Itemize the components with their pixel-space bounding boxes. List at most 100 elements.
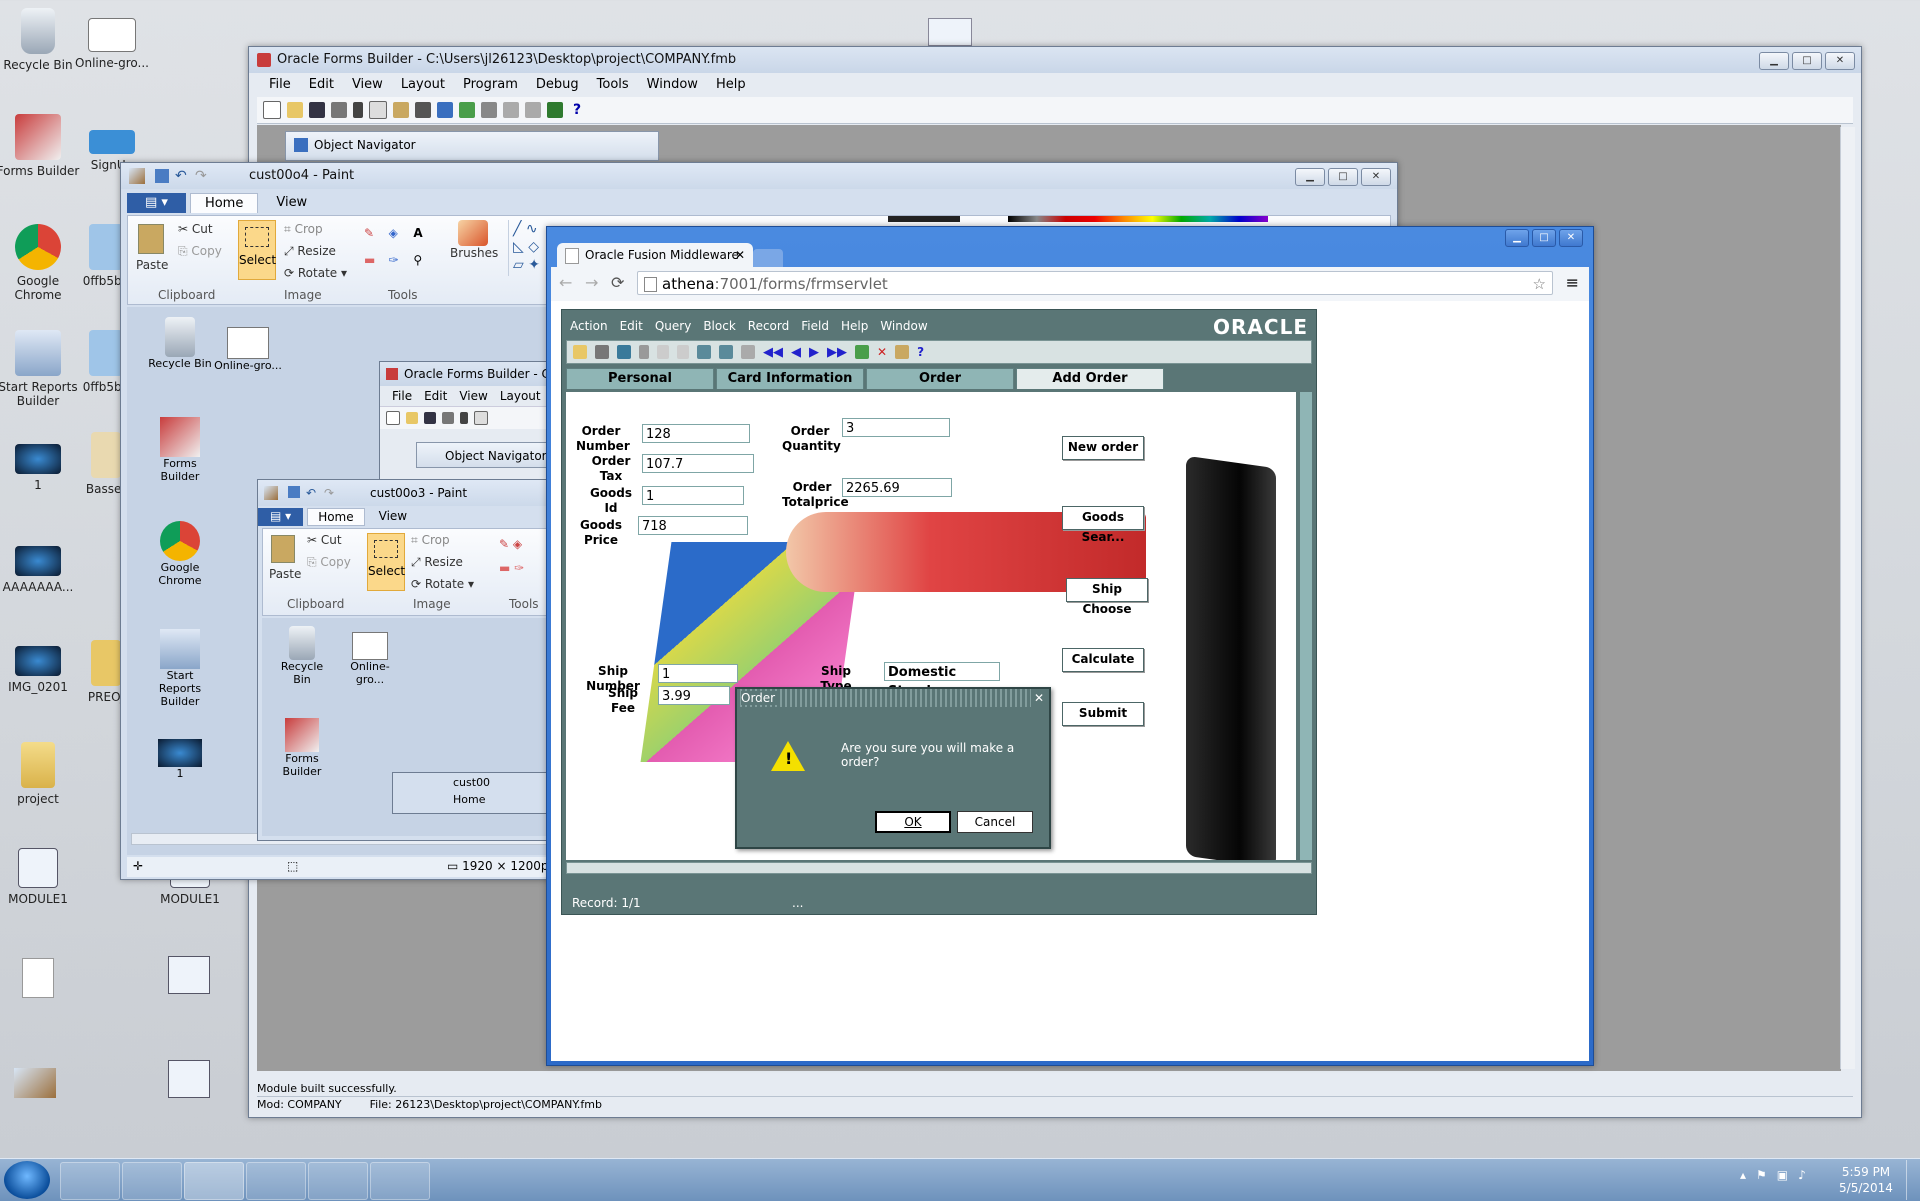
nested-menu-layout[interactable]: Layout: [500, 386, 541, 406]
show-desktop-button[interactable]: [1906, 1160, 1920, 1200]
oracle-save-icon[interactable]: [573, 345, 587, 359]
tray-network-icon[interactable]: ▣: [1777, 1168, 1788, 1182]
module-file-icon[interactable]: [168, 956, 210, 994]
paint1-app-menu-button[interactable]: ▤ ▾: [127, 193, 186, 213]
oracle-paste-icon[interactable]: [677, 345, 689, 359]
ship-number-field[interactable]: 1: [658, 664, 738, 683]
minimize-button[interactable]: ▁: [1759, 52, 1789, 70]
tab-close-icon[interactable]: ✕: [735, 243, 745, 267]
tray-expand-icon[interactable]: ▴: [1740, 1168, 1746, 1182]
cancel-button[interactable]: Cancel: [957, 811, 1033, 833]
menu-window[interactable]: Window: [647, 75, 698, 95]
nested-cut-icon[interactable]: [460, 412, 468, 424]
blank-file-icon[interactable]: [22, 958, 54, 998]
print-icon[interactable]: [331, 102, 347, 118]
oracle-vscrollbar[interactable]: [1300, 392, 1312, 860]
nested-menu-edit[interactable]: Edit: [424, 386, 447, 406]
clock[interactable]: 5:59 PM 5/5/2014: [1836, 1164, 1896, 1196]
ok-button[interactable]: OK: [875, 811, 951, 833]
paint1-close-button[interactable]: ✕: [1361, 168, 1391, 186]
cut-button[interactable]: ✂ Cut: [178, 222, 213, 236]
pause-icon[interactable]: [503, 102, 519, 118]
paint2-crop-button[interactable]: ⌗ Crop: [411, 533, 450, 548]
nested-open-icon[interactable]: [406, 412, 418, 424]
paint-shortcut-icon[interactable]: [14, 1068, 56, 1098]
oracle-menu-edit[interactable]: Edit: [620, 314, 643, 334]
tab-add-order[interactable]: Add Order: [1016, 368, 1164, 389]
paste-icon[interactable]: [393, 102, 409, 118]
recycle-bin-icon[interactable]: Recycle Bin: [0, 8, 80, 72]
paint2-paste-button[interactable]: Paste: [269, 567, 301, 581]
crop-button[interactable]: ⌗ Crop: [284, 222, 323, 237]
oracle-menu-query[interactable]: Query: [655, 314, 691, 334]
taskbar-forms-builder-icon[interactable]: [308, 1162, 368, 1200]
new-icon[interactable]: [263, 101, 281, 119]
oracle-print-icon[interactable]: [595, 345, 609, 359]
paint2-rotate-button[interactable]: ⟳ Rotate ▾: [411, 577, 474, 591]
save-icon[interactable]: [309, 102, 325, 118]
nested-menu-view[interactable]: View: [459, 386, 487, 406]
module-file-2-icon[interactable]: [168, 1060, 210, 1098]
back-icon[interactable]: ←: [559, 273, 572, 292]
compile-icon[interactable]: [415, 102, 431, 118]
build-icon[interactable]: [547, 102, 563, 118]
undo-icon[interactable]: ↶: [175, 169, 187, 183]
paint1-maximize-button[interactable]: □: [1328, 168, 1358, 186]
color-1-swatch[interactable]: [888, 216, 960, 222]
forms-builder-icon[interactable]: Forms Builder: [0, 114, 80, 178]
calculate-button[interactable]: Calculate: [1062, 648, 1144, 672]
oracle-cut-icon[interactable]: [639, 345, 649, 359]
chrome-menu-icon[interactable]: ≡: [1566, 273, 1579, 292]
top-desktop-icon[interactable]: [928, 18, 972, 46]
paint2-eraser-icon[interactable]: ▬ ✑: [499, 561, 524, 575]
cut-icon[interactable]: [353, 102, 363, 118]
nested-menu-file[interactable]: File: [392, 386, 412, 406]
oracle-insert-record-icon[interactable]: [855, 345, 869, 359]
menu-help[interactable]: Help: [716, 75, 746, 95]
taskbar-chrome-icon[interactable]: [246, 1162, 306, 1200]
oracle-prev-icon[interactable]: ◀: [791, 345, 801, 360]
goods-search-button[interactable]: Goods Sear...: [1062, 506, 1144, 544]
menu-edit[interactable]: Edit: [309, 75, 334, 95]
reload-icon[interactable]: ⟳: [611, 273, 624, 292]
new-order-button[interactable]: New order: [1062, 436, 1144, 460]
paint2-pencil-icon[interactable]: ✎ ◈: [499, 537, 522, 551]
taskbar-explorer-icon[interactable]: [184, 1162, 244, 1200]
paint2-undo-icon[interactable]: ↶: [306, 480, 316, 506]
paste-button[interactable]: Paste: [136, 258, 168, 272]
dialog-close-icon[interactable]: ✕: [1030, 689, 1047, 707]
tab-personal-information[interactable]: Personal information: [566, 368, 714, 406]
oracle-exit-icon[interactable]: [617, 345, 631, 359]
paint2-tab-home[interactable]: Home: [307, 508, 365, 526]
online-gro-icon[interactable]: Online-gro...: [70, 18, 154, 70]
address-bar[interactable]: athena:7001/forms/frmservlet ☆: [637, 271, 1553, 295]
menu-debug[interactable]: Debug: [536, 75, 579, 95]
oracle-cancel-query-icon[interactable]: [741, 345, 755, 359]
oracle-menu-block[interactable]: Block: [703, 314, 735, 334]
menu-program[interactable]: Program: [463, 75, 518, 95]
eraser-icon[interactable]: ▬: [364, 253, 385, 276]
oracle-first-icon[interactable]: ◀◀: [763, 345, 783, 360]
pencil-icon[interactable]: ✎: [364, 226, 385, 249]
nested-copy-icon[interactable]: [474, 411, 488, 425]
oracle-menu-help[interactable]: Help: [841, 314, 868, 334]
menu-tools[interactable]: Tools: [597, 75, 629, 95]
object-navigator-window[interactable]: Object Navigator: [285, 131, 659, 161]
oracle-last-icon[interactable]: ▶▶: [827, 345, 847, 360]
paint2-quick-save-icon[interactable]: [288, 486, 300, 498]
tray-volume-icon[interactable]: ♪: [1798, 1168, 1806, 1182]
oracle-execute-icon[interactable]: [719, 345, 733, 359]
copy-icon[interactable]: [369, 101, 387, 119]
nested-new-icon[interactable]: [386, 411, 400, 425]
tab-order[interactable]: Order: [866, 368, 1014, 389]
paint2-redo-icon[interactable]: ↷: [324, 480, 334, 506]
goods-id-field[interactable]: 1: [642, 486, 744, 505]
chrome-tab-active[interactable]: Oracle Fusion Middleware ✕: [557, 243, 753, 267]
bookmark-star-icon[interactable]: ☆: [1533, 272, 1546, 296]
forms-builder-scrollbar[interactable]: [1840, 127, 1855, 1069]
menu-view[interactable]: View: [352, 75, 383, 95]
module1-icon[interactable]: MODULE1: [0, 848, 80, 906]
oracle-copy-icon[interactable]: [657, 345, 669, 359]
order-tax-field[interactable]: 107.7: [642, 454, 754, 473]
tab-home[interactable]: Home: [189, 193, 259, 213]
